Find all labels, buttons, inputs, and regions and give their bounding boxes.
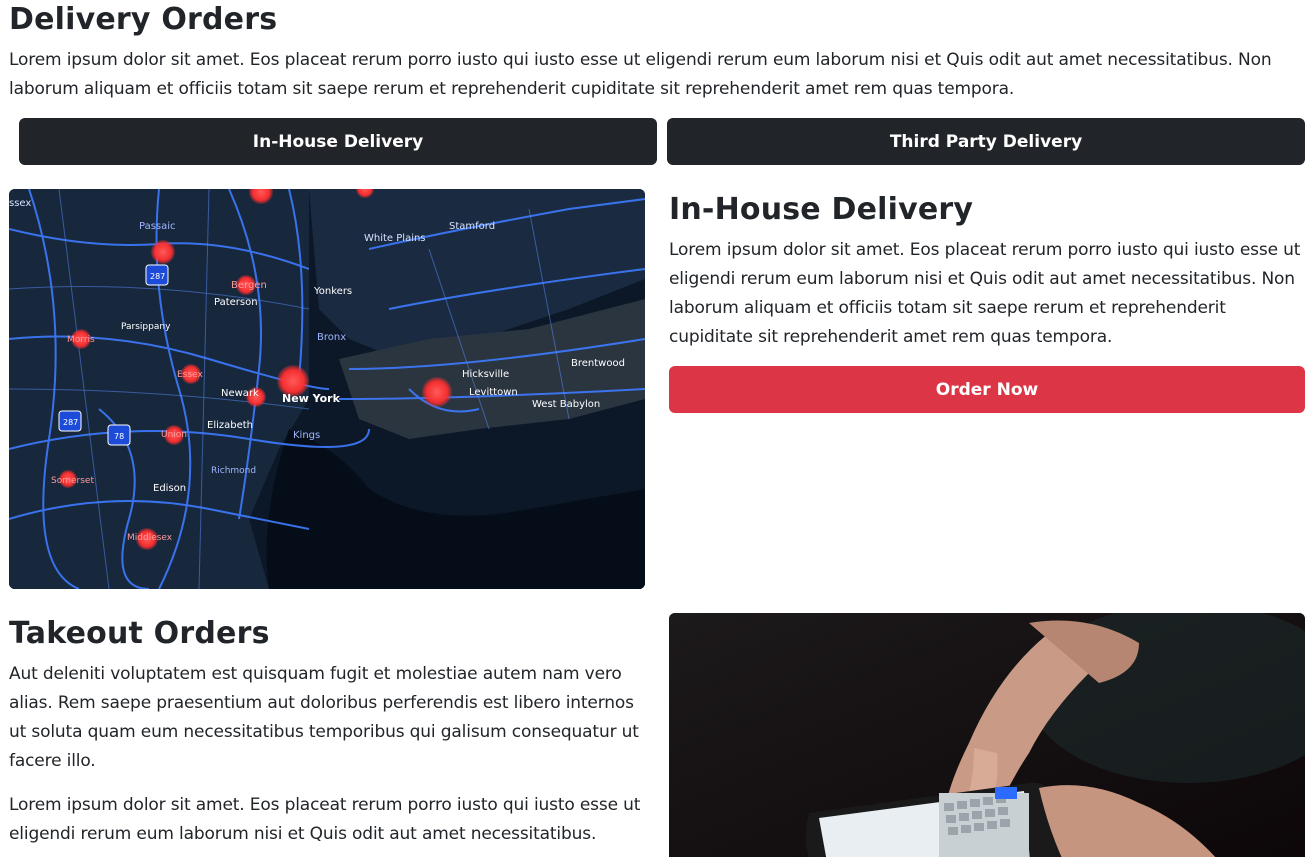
in-house-delivery-title: In-House Delivery <box>669 192 974 227</box>
map-label: Paterson <box>214 297 258 308</box>
map-label: Hicksville <box>462 369 509 380</box>
i78-shield-label: 78 <box>114 432 124 441</box>
map-label: White Plains <box>364 233 426 244</box>
map-label: Edison <box>153 483 186 494</box>
takeout-description: Aut deleniti voluptatem est quisquam fug… <box>9 664 639 771</box>
page-title: Delivery Orders <box>9 2 278 37</box>
map-label: Levittown <box>469 387 518 398</box>
map-label: Somerset <box>51 476 94 486</box>
map-label: Richmond <box>211 466 256 476</box>
third-party-delivery-tab[interactable]: Third Party Delivery <box>667 118 1305 165</box>
map-label: Union <box>161 430 187 440</box>
map-label: Newark <box>221 388 259 399</box>
map-label: Stamford <box>449 221 495 232</box>
order-now-button[interactable]: Order Now <box>669 366 1305 413</box>
map-label: Parsippany <box>121 322 171 332</box>
map-label: Bergen <box>231 280 267 291</box>
in-house-delivery-tab[interactable]: In-House Delivery <box>19 118 657 165</box>
map-label: Essex <box>177 370 203 380</box>
takeout-orders-title: Takeout Orders <box>9 616 270 651</box>
in-house-delivery-description: Lorem ipsum dolor sit amet. Eos placeat … <box>669 240 1301 347</box>
map-label: Elizabeth <box>207 420 253 431</box>
map-label: ssex <box>9 198 31 209</box>
map-label: Passaic <box>139 221 176 232</box>
map-label: Kings <box>293 430 320 441</box>
map-label: Yonkers <box>313 286 352 297</box>
i287-shield-label: 287 <box>63 418 78 427</box>
i287-shield-label: 287 <box>150 272 165 281</box>
map-label: Morris <box>67 335 95 345</box>
phone-ordering-image <box>669 613 1305 857</box>
delivery-map-image: 287 287 78 ssex Passaic White Plains Sta… <box>9 189 645 589</box>
map-label: Brentwood <box>571 358 625 369</box>
map-label: Middlesex <box>127 533 173 543</box>
intro-paragraph: Lorem ipsum dolor sit amet. Eos placeat … <box>9 50 1272 99</box>
map-label: New York <box>282 392 341 405</box>
map-label: Bronx <box>317 332 346 343</box>
map-label: West Babylon <box>532 399 600 410</box>
takeout-description-secondary: Lorem ipsum dolor sit amet. Eos placeat … <box>9 795 641 844</box>
